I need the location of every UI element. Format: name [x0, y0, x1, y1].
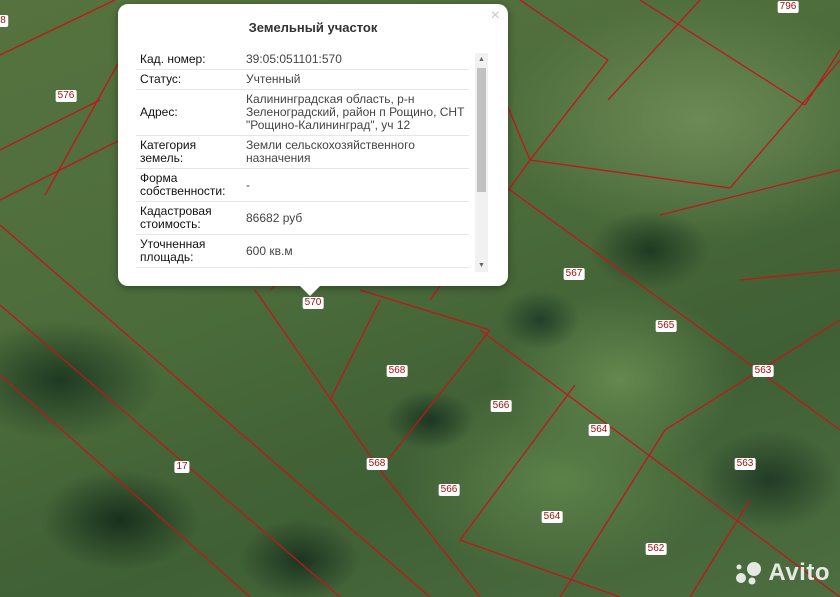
table-row: Форма собственности: -	[136, 168, 469, 202]
parcel-label[interactable]: 566	[490, 400, 512, 412]
row-value: -	[242, 168, 469, 202]
row-label: Категория земель:	[136, 135, 242, 169]
row-value: Учтенный	[242, 69, 469, 90]
row-value: 600 кв.м	[242, 234, 469, 268]
row-label: Статус:	[136, 69, 242, 90]
parcel-label[interactable]: 565	[655, 320, 677, 332]
parcel-label[interactable]: 564	[541, 511, 563, 523]
popup-scrollbar[interactable]: ▲ ▼	[475, 53, 488, 272]
table-row: Кад. номер: 39:05:051101:570	[136, 50, 469, 70]
table-row: Кадастровая стоимость: 86682 руб	[136, 201, 469, 235]
parcel-label[interactable]: 567	[563, 268, 585, 280]
scroll-down-icon[interactable]: ▼	[475, 259, 488, 272]
row-value: 39:05:051101:570	[242, 50, 469, 70]
parcel-label[interactable]: 563	[734, 458, 756, 470]
popup-title: Земельный участок	[248, 20, 378, 35]
table-row: Уточненная площадь: 600 кв.м	[136, 234, 469, 268]
parcel-label[interactable]: 568	[386, 365, 408, 377]
avito-watermark: Avito	[734, 559, 830, 587]
row-label: Уточненная площадь:	[136, 234, 242, 268]
parcel-label[interactable]: 8	[0, 15, 8, 27]
parcel-label[interactable]: 566	[438, 484, 460, 496]
row-value: 86682 руб	[242, 201, 469, 235]
popup-tail	[300, 286, 320, 296]
avito-logo-icon	[736, 562, 762, 585]
land-plot-popup: × Земельный участок Кад. номер: 39:05:05…	[118, 4, 508, 296]
parcel-label[interactable]: 576	[55, 90, 77, 102]
table-row: Категория земель: Земли сельскохозяйстве…	[136, 135, 469, 169]
parcel-label[interactable]: 564	[588, 424, 610, 436]
parcel-label[interactable]: 570	[302, 297, 324, 309]
row-value: Земли сельскохозяйственного назначения	[242, 135, 469, 169]
scroll-up-icon[interactable]: ▲	[475, 53, 488, 66]
parcel-label[interactable]: 568	[366, 458, 388, 470]
info-table: Кад. номер: 39:05:051101:570 Статус: Учт…	[136, 50, 469, 268]
parcel-label[interactable]: 17	[174, 461, 190, 473]
table-row: Адрес: Калининградская область, р-н Зеле…	[136, 89, 469, 136]
scrollbar-thumb[interactable]	[477, 68, 486, 192]
info-table-container[interactable]: Кад. номер: 39:05:051101:570 Статус: Учт…	[136, 50, 489, 272]
row-label: Кадастровая стоимость:	[136, 201, 242, 235]
parcel-label[interactable]: 563	[752, 365, 774, 377]
table-row: Статус: Учтенный	[136, 69, 469, 90]
parcel-label[interactable]: 796	[777, 1, 799, 13]
row-value: Калининградская область, р-н Зеленоградс…	[242, 89, 469, 136]
parcel-label[interactable]: 562	[645, 543, 667, 555]
avito-wordmark: Avito	[768, 559, 830, 586]
row-label: Кад. номер:	[136, 50, 242, 70]
row-label: Форма собственности:	[136, 168, 242, 202]
row-label: Адрес:	[136, 89, 242, 136]
